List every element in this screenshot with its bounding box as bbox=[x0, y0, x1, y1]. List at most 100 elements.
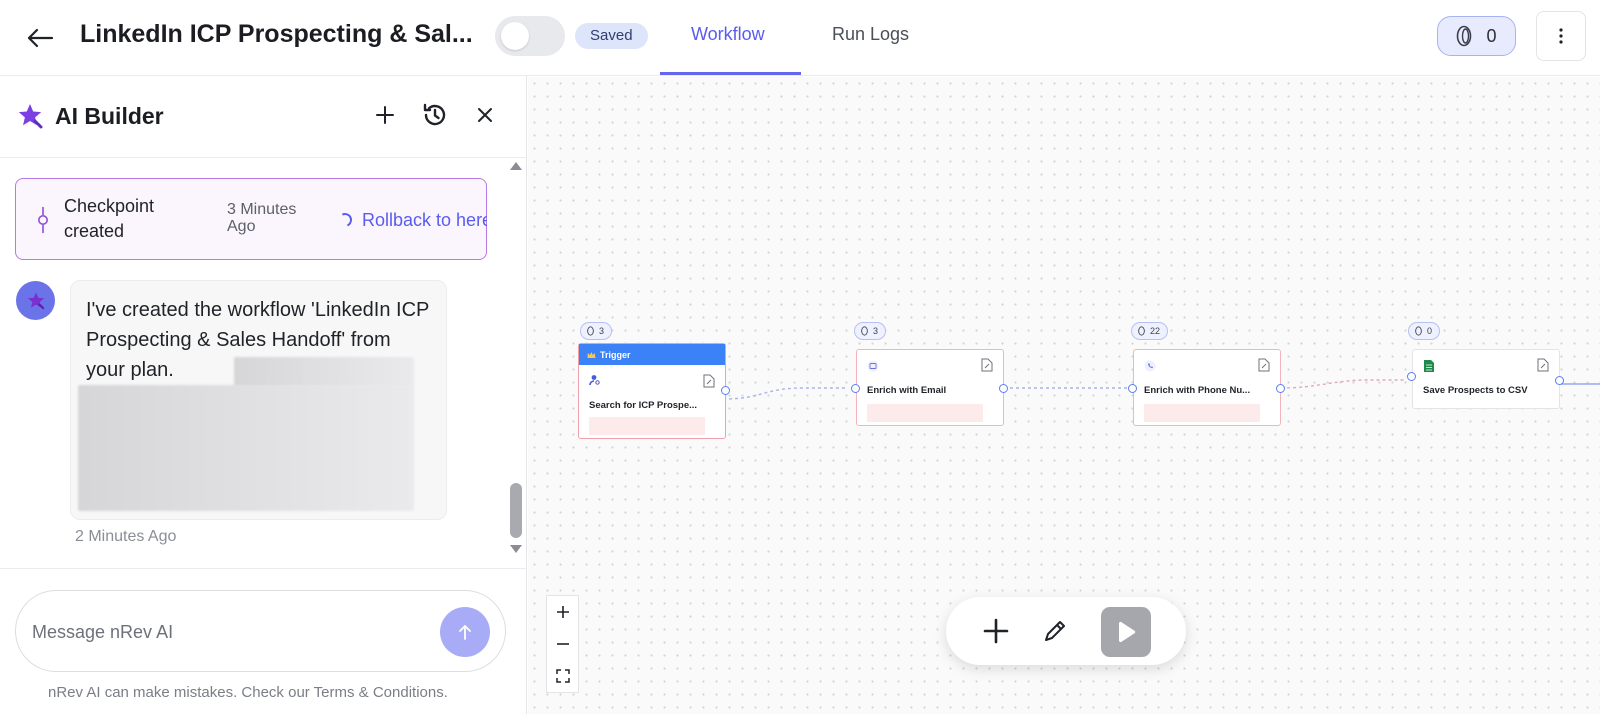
node-label: Enrich with Phone Nu... bbox=[1144, 385, 1251, 396]
divider bbox=[0, 568, 527, 569]
plus-icon bbox=[556, 606, 569, 618]
fit-view-button[interactable] bbox=[547, 660, 578, 692]
calendar-icon bbox=[867, 360, 879, 372]
node-credit-count: 22 bbox=[1150, 326, 1161, 336]
ai-avatar bbox=[16, 281, 55, 320]
arrow-left-icon bbox=[27, 28, 54, 48]
credit-coin-icon bbox=[1415, 326, 1422, 336]
minus-icon bbox=[556, 643, 569, 645]
node-credit-badge: 22 bbox=[1131, 322, 1169, 340]
send-button[interactable] bbox=[440, 607, 490, 657]
node-error-bar bbox=[1144, 404, 1260, 422]
rollback-button[interactable]: Rollback to here bbox=[322, 205, 487, 235]
scroll-down-arrow-icon[interactable] bbox=[510, 545, 522, 553]
node-label: Enrich with Email bbox=[867, 385, 947, 396]
trigger-label: Trigger bbox=[600, 349, 631, 360]
checkpoint-label: Checkpoint created bbox=[64, 196, 155, 241]
node-credit-badge: 3 bbox=[854, 322, 887, 340]
workflow-node-save-csv[interactable]: Save Prospects to CSV bbox=[1407, 349, 1564, 409]
node-error-bar bbox=[867, 404, 983, 422]
checkpoint-icon bbox=[36, 207, 50, 238]
pencil-icon bbox=[1045, 621, 1065, 641]
crown-icon bbox=[587, 351, 596, 358]
workflow-canvas[interactable]: 3 Trigger Search for ICP Prospe... 3 Enr… bbox=[528, 77, 1600, 714]
scroll-up-arrow-icon[interactable] bbox=[510, 162, 522, 170]
spreadsheet-icon bbox=[1423, 360, 1435, 372]
node-credit-count: 3 bbox=[599, 326, 605, 336]
output-port[interactable] bbox=[721, 386, 730, 395]
arrow-up-icon bbox=[459, 625, 471, 640]
more-options-button[interactable] bbox=[1536, 11, 1586, 61]
chat-scrollbar[interactable] bbox=[510, 483, 522, 538]
output-port[interactable] bbox=[1276, 384, 1285, 393]
credits-button[interactable]: 0 bbox=[1437, 16, 1516, 56]
node-credit-badge: 0 bbox=[1408, 322, 1441, 340]
zoom-in-button[interactable] bbox=[547, 596, 578, 628]
ai-star-icon bbox=[27, 291, 44, 309]
play-icon bbox=[1119, 621, 1136, 643]
output-port[interactable] bbox=[1555, 376, 1564, 385]
fullscreen-icon bbox=[555, 669, 570, 683]
node-label: Save Prospects to CSV bbox=[1423, 385, 1528, 396]
ai-builder-logo-icon bbox=[16, 102, 44, 135]
canvas-toolbar bbox=[946, 597, 1186, 665]
checkpoint-card: Checkpoint created 3 Minutes Ago Rollbac… bbox=[15, 178, 487, 260]
zoom-controls bbox=[546, 595, 579, 693]
workflow-active-toggle[interactable] bbox=[495, 16, 565, 56]
plus-icon bbox=[376, 106, 394, 124]
node-credit-badge: 3 bbox=[580, 322, 613, 340]
close-icon bbox=[478, 108, 492, 122]
close-panel-button[interactable] bbox=[468, 98, 502, 132]
ai-builder-panel: AI Builder Checkpoint created 3 Minutes … bbox=[0, 76, 527, 714]
back-button[interactable] bbox=[24, 22, 56, 54]
new-chat-button[interactable] bbox=[368, 98, 402, 132]
trigger-header: Trigger bbox=[579, 344, 725, 365]
rollback-label: Rollback to here bbox=[362, 209, 487, 230]
message-input[interactable] bbox=[32, 619, 412, 645]
workflow-node-enrich-phone[interactable]: Enrich with Phone Nu... bbox=[1128, 349, 1285, 426]
node-error-bar bbox=[589, 417, 705, 435]
credit-coin-icon bbox=[1138, 326, 1145, 336]
redacted-content-block bbox=[78, 385, 414, 511]
credit-coin-icon bbox=[587, 326, 594, 336]
document-icon[interactable] bbox=[1258, 358, 1270, 372]
credits-count: 0 bbox=[1486, 25, 1497, 46]
workflow-title[interactable]: LinkedIn ICP Prospecting & Sal... bbox=[80, 20, 473, 49]
redacted-content bbox=[234, 357, 414, 387]
tab-workflow[interactable]: Workflow bbox=[691, 24, 765, 45]
top-bar: LinkedIn ICP Prospecting & Sal... Saved … bbox=[0, 0, 1600, 76]
workflow-node-enrich-email[interactable]: Enrich with Email bbox=[851, 349, 1008, 426]
document-icon[interactable] bbox=[981, 358, 993, 372]
plus-icon bbox=[983, 618, 1009, 644]
edit-button[interactable] bbox=[1031, 607, 1079, 655]
active-tab-indicator bbox=[660, 72, 801, 75]
zoom-out-button[interactable] bbox=[547, 628, 578, 660]
saved-status-badge: Saved bbox=[575, 23, 648, 49]
credit-coin-icon bbox=[1457, 25, 1472, 47]
message-timestamp: 2 Minutes Ago bbox=[75, 528, 177, 545]
ai-builder-title: AI Builder bbox=[55, 103, 164, 129]
node-credit-count: 0 bbox=[1427, 326, 1433, 336]
add-node-button[interactable] bbox=[972, 607, 1020, 655]
credit-coin-icon bbox=[861, 326, 868, 336]
input-port[interactable] bbox=[1407, 372, 1416, 381]
tab-run-logs[interactable]: Run Logs bbox=[832, 24, 909, 45]
ai-disclaimer: nRev AI can make mistakes. Check our Ter… bbox=[48, 684, 448, 701]
ai-message-bubble: I've created the workflow 'LinkedIn ICP … bbox=[70, 280, 447, 520]
chat-history-button[interactable] bbox=[418, 98, 452, 132]
input-port[interactable] bbox=[1128, 384, 1137, 393]
user-search-icon bbox=[589, 374, 601, 386]
node-label: Search for ICP Prospe... bbox=[589, 400, 698, 411]
checkpoint-time: 3 Minutes Ago bbox=[227, 201, 297, 235]
workflow-node-search[interactable]: Trigger Search for ICP Prospe... bbox=[578, 343, 730, 439]
phone-icon bbox=[1144, 360, 1156, 372]
message-composer bbox=[15, 590, 506, 672]
output-port[interactable] bbox=[999, 384, 1008, 393]
run-workflow-button[interactable] bbox=[1101, 607, 1151, 657]
document-icon[interactable] bbox=[703, 374, 715, 388]
input-port[interactable] bbox=[851, 384, 860, 393]
loading-spinner-icon bbox=[336, 211, 354, 229]
document-icon[interactable] bbox=[1537, 358, 1549, 372]
history-icon bbox=[423, 103, 446, 126]
toggle-knob bbox=[501, 22, 529, 50]
